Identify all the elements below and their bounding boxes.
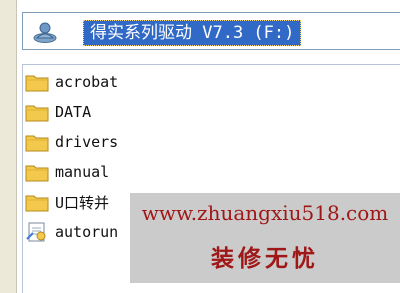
look-in-combobox[interactable]: 得实系列驱动 V7.3 (F:) [22,12,400,50]
list-item[interactable]: acrobat [23,67,118,97]
watermark-name: 装修无忧 [211,245,319,272]
list-item[interactable]: manual [23,157,109,187]
folder-icon [25,105,49,122]
list-item[interactable]: autorun [23,217,118,247]
item-label: DATA [55,103,92,121]
folder-icon [25,195,49,212]
item-label: autorun [55,223,119,241]
list-item[interactable]: DATA [23,97,91,127]
watermark-url: www.zhuangxiu518.com [141,201,389,225]
item-label: acrobat [55,73,119,91]
list-item[interactable]: U口转并 [23,187,109,217]
item-label: manual [55,163,110,181]
folder-icon [25,165,49,182]
setup-file-icon [26,222,46,242]
watermark: www.zhuangxiu518.com 装修无忧 [130,193,400,283]
folder-icon [25,75,49,92]
list-item[interactable]: drivers [23,127,118,157]
dialog-left-edge [0,0,17,293]
folder-icon [25,135,49,152]
cd-drive-user-icon [33,22,57,43]
item-label: drivers [55,133,119,151]
item-label: U口转并 [55,193,110,212]
current-location-text[interactable]: 得实系列驱动 V7.3 (F:) [83,20,302,46]
